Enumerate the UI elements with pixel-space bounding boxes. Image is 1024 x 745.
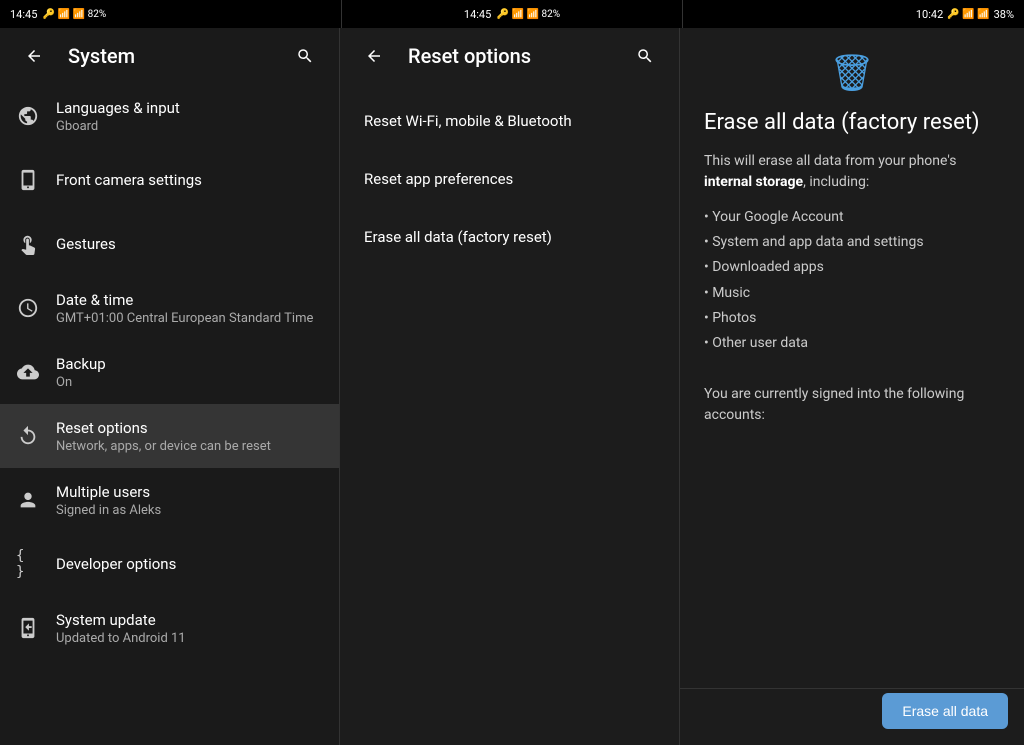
languages-text: Languages & input Gboard	[56, 99, 323, 134]
status-icons-right: 🔑 📶 📶	[947, 9, 989, 20]
reset-wifi-item[interactable]: Reset Wi-Fi, mobile & Bluetooth	[340, 92, 679, 150]
gesture-icon	[16, 232, 40, 256]
developer-options-text: Developer options	[56, 555, 323, 573]
reset-back-button[interactable]	[356, 38, 392, 74]
sidebar-item-date-time[interactable]: Date & time GMT+01:00 Central European S…	[0, 276, 339, 340]
date-time-sublabel: GMT+01:00 Central European Standard Time	[56, 311, 323, 326]
erase-all-data-item[interactable]: Erase all data (factory reset)	[340, 208, 679, 266]
panel-system-settings: System Languages & input Gboard	[0, 28, 340, 745]
erase-list-item-5: • Photos	[704, 306, 1000, 331]
sidebar-item-reset-options[interactable]: Reset options Network, apps, or device c…	[0, 404, 339, 468]
reset-icon	[16, 424, 40, 448]
sidebar-item-developer-options[interactable]: { } Developer options	[0, 532, 339, 596]
reset-options-header: Reset options	[340, 28, 679, 84]
main-content: System Languages & input Gboard	[0, 28, 1024, 745]
sidebar-item-gestures[interactable]: Gestures	[0, 212, 339, 276]
backup-sublabel: On	[56, 375, 323, 390]
developer-icon: { }	[16, 552, 40, 576]
panel-reset-options: Reset options Reset Wi-Fi, mobile & Blue…	[340, 28, 680, 745]
erase-title: Erase all data (factory reset)	[704, 110, 1000, 135]
time-right: 10:42	[916, 8, 943, 21]
languages-label: Languages & input	[56, 99, 323, 117]
multiple-users-text: Multiple users Signed in as Aleks	[56, 483, 323, 518]
users-icon	[16, 488, 40, 512]
signed-in-text: You are currently signed into the follow…	[704, 384, 1000, 426]
erase-data-list: • Your Google Account • System and app d…	[704, 205, 1000, 356]
reset-options-text: Reset options Network, apps, or device c…	[56, 419, 323, 454]
status-right: 10:42 🔑 📶 📶 38%	[683, 0, 1024, 28]
panel-erase-detail: 🗑 Erase all data (factory reset) This wi…	[680, 28, 1024, 745]
system-header: System	[0, 28, 339, 84]
trash-icon: 🗑	[829, 52, 875, 94]
developer-options-label: Developer options	[56, 555, 323, 573]
erase-desc-start: This will erase all data from your phone…	[704, 153, 956, 169]
front-camera-label: Front camera settings	[56, 171, 323, 189]
status-icons-left: 🔑 📶 📶 82%	[43, 9, 106, 20]
multiple-users-sublabel: Signed in as Aleks	[56, 503, 323, 518]
front-camera-text: Front camera settings	[56, 171, 323, 189]
system-update-icon	[16, 616, 40, 640]
system-update-label: System update	[56, 611, 323, 629]
erase-all-data-button[interactable]: Erase all data	[882, 693, 1008, 729]
globe-icon	[16, 104, 40, 128]
search-button[interactable]	[287, 38, 323, 74]
sidebar-item-system-update[interactable]: System update Updated to Android 11	[0, 596, 339, 660]
camera-icon	[16, 168, 40, 192]
erase-list-item-6: • Other user data	[704, 331, 1000, 356]
reset-search-button[interactable]	[627, 38, 663, 74]
settings-list: Languages & input Gboard Front camera se…	[0, 84, 339, 745]
system-update-text: System update Updated to Android 11	[56, 611, 323, 646]
date-time-text: Date & time GMT+01:00 Central European S…	[56, 291, 323, 326]
erase-button-container: Erase all data	[882, 693, 1008, 729]
system-title: System	[68, 44, 271, 68]
reset-options-sublabel: Network, apps, or device can be reset	[56, 439, 323, 454]
backup-text: Backup On	[56, 355, 323, 390]
erase-desc-bold: internal storage	[704, 174, 803, 190]
reset-options-title: Reset options	[408, 44, 611, 68]
sidebar-item-backup[interactable]: Backup On	[0, 340, 339, 404]
bottom-divider	[680, 688, 1024, 689]
time-left: 14:45	[10, 8, 37, 21]
status-center: 14:45 🔑 📶 📶 82%	[342, 0, 683, 28]
backup-label: Backup	[56, 355, 323, 373]
erase-list-item-1: • Your Google Account	[704, 205, 1000, 230]
reset-options-label: Reset options	[56, 419, 323, 437]
time-center: 14:45	[464, 8, 491, 21]
sidebar-item-languages[interactable]: Languages & input Gboard	[0, 84, 339, 148]
sidebar-item-multiple-users[interactable]: Multiple users Signed in as Aleks	[0, 468, 339, 532]
system-update-sublabel: Updated to Android 11	[56, 631, 323, 646]
erase-desc-end: , including:	[803, 174, 869, 190]
date-time-label: Date & time	[56, 291, 323, 309]
status-icons-center: 🔑 📶 📶 82%	[497, 9, 560, 20]
erase-description: This will erase all data from your phone…	[704, 151, 1000, 193]
erase-list-item-3: • Downloaded apps	[704, 255, 1000, 280]
erase-list-item-4: • Music	[704, 281, 1000, 306]
status-left: 14:45 🔑 📶 📶 82%	[0, 0, 341, 28]
sidebar-item-front-camera[interactable]: Front camera settings	[0, 148, 339, 212]
languages-sublabel: Gboard	[56, 119, 323, 134]
gestures-label: Gestures	[56, 235, 323, 253]
gestures-text: Gestures	[56, 235, 323, 253]
back-button[interactable]	[16, 38, 52, 74]
erase-list-item-2: • System and app data and settings	[704, 230, 1000, 255]
backup-icon	[16, 360, 40, 384]
battery-right: 38%	[994, 8, 1014, 21]
reset-app-prefs-item[interactable]: Reset app preferences	[340, 150, 679, 208]
clock-icon	[16, 296, 40, 320]
status-bar: 14:45 🔑 📶 📶 82% 14:45 🔑 📶 📶 82% 10:42 🔑 …	[0, 0, 1024, 28]
multiple-users-label: Multiple users	[56, 483, 323, 501]
reset-list: Reset Wi-Fi, mobile & Bluetooth Reset ap…	[340, 84, 679, 274]
